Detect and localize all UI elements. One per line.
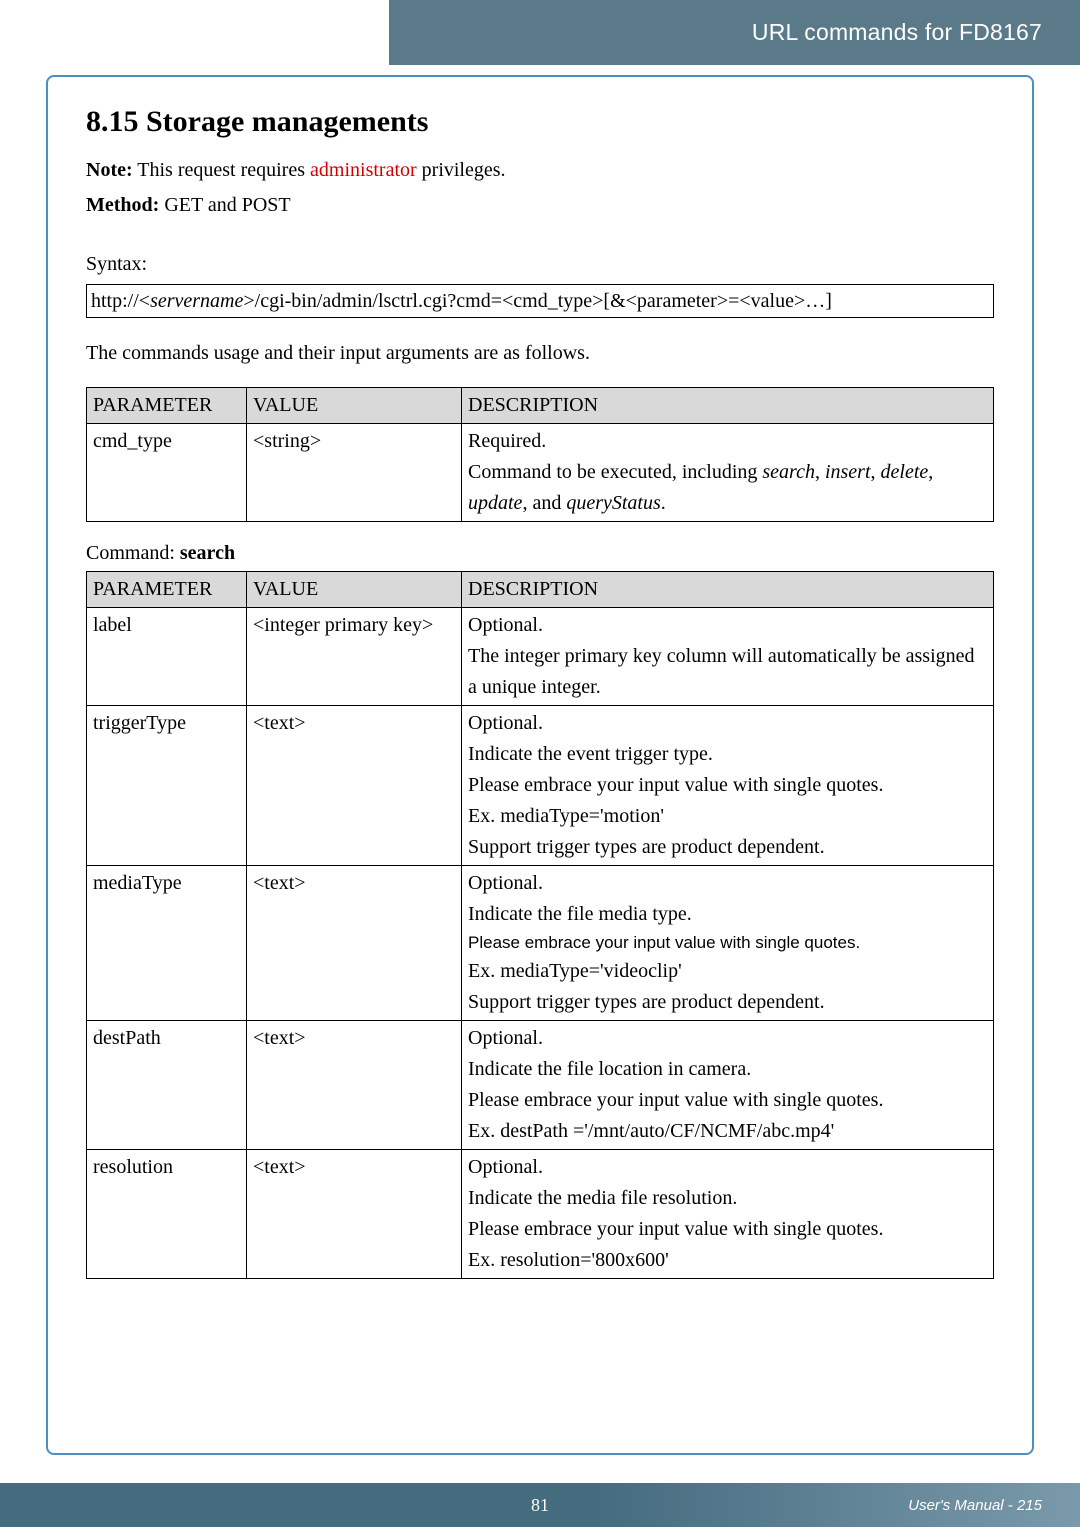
- table-row: label <integer primary key> Optional. Th…: [87, 608, 994, 706]
- desc-line: Required.: [468, 426, 987, 457]
- th-value: VALUE: [247, 572, 462, 608]
- table-row: cmd_type <string> Required. Command to b…: [87, 424, 994, 522]
- syntax-prefix: http://<: [91, 290, 150, 312]
- value-cell: <string>: [247, 424, 462, 522]
- desc-line: Ex. mediaType='motion': [468, 801, 987, 832]
- desc-cell: Optional. Indicate the file media type. …: [462, 866, 994, 1021]
- desc-line: Support trigger types are product depend…: [468, 987, 987, 1018]
- table-header-row: PARAMETER VALUE DESCRIPTION: [87, 388, 994, 424]
- note-label: Note:: [86, 159, 133, 181]
- param-cell: cmd_type: [87, 424, 247, 522]
- desc-line: Support trigger types are product depend…: [468, 832, 987, 863]
- th-description: DESCRIPTION: [462, 572, 994, 608]
- syntax-servername: servername: [150, 290, 243, 312]
- param-cell: mediaType: [87, 866, 247, 1021]
- th-parameter: PARAMETER: [87, 572, 247, 608]
- note-admin: administrator: [310, 159, 417, 181]
- cmd-type-table: PARAMETER VALUE DESCRIPTION cmd_type <st…: [86, 387, 994, 522]
- syntax-box: http://<servername>/cgi-bin/admin/lsctrl…: [86, 284, 994, 318]
- desc-line: The integer primary key column will auto…: [468, 641, 987, 703]
- manual-label: User's Manual - 215: [908, 1497, 1042, 1514]
- desc-line: Optional.: [468, 1152, 987, 1183]
- note-post: privileges.: [417, 159, 506, 181]
- desc-line: Ex. destPath ='/mnt/auto/CF/NCMF/abc.mp4…: [468, 1116, 987, 1147]
- desc-cell: Optional. The integer primary key column…: [462, 608, 994, 706]
- method-line: Method: GET and POST: [86, 190, 994, 221]
- desc-line: Please embrace your input value with sin…: [468, 1085, 987, 1116]
- param-cell: resolution: [87, 1150, 247, 1279]
- desc-line: Ex. resolution='800x600': [468, 1245, 987, 1276]
- desc-cell: Required. Command to be executed, includ…: [462, 424, 994, 522]
- table-row: resolution <text> Optional. Indicate the…: [87, 1150, 994, 1279]
- value-cell: <text>: [247, 1150, 462, 1279]
- desc-cell: Optional. Indicate the event trigger typ…: [462, 706, 994, 866]
- value-cell: <text>: [247, 706, 462, 866]
- desc-line: Indicate the file media type.: [468, 899, 987, 930]
- param-cell: triggerType: [87, 706, 247, 866]
- param-cell: label: [87, 608, 247, 706]
- desc-line: Please embrace your input value with sin…: [468, 930, 987, 956]
- section-heading: 8.15 Storage managements: [86, 105, 994, 139]
- table-row: triggerType <text> Optional. Indicate th…: [87, 706, 994, 866]
- value-cell: <text>: [247, 1021, 462, 1150]
- th-description: DESCRIPTION: [462, 388, 994, 424]
- desc-line: Optional.: [468, 610, 987, 641]
- usage-line: The commands usage and their input argum…: [86, 338, 994, 369]
- content-frame: 8.15 Storage managements Note: This requ…: [46, 75, 1034, 1455]
- command-line: Command: search: [86, 538, 994, 569]
- footer: 81 User's Manual - 215: [0, 1483, 1080, 1527]
- desc-line: Optional.: [468, 868, 987, 899]
- header-title: URL commands for FD8167: [752, 19, 1080, 46]
- param-cell: destPath: [87, 1021, 247, 1150]
- desc-line: update, and queryStatus.: [468, 488, 987, 519]
- desc-line: Optional.: [468, 708, 987, 739]
- table-row: destPath <text> Optional. Indicate the f…: [87, 1021, 994, 1150]
- method-label: Method:: [86, 194, 159, 216]
- desc-line: Indicate the event trigger type.: [468, 739, 987, 770]
- value-cell: <integer primary key>: [247, 608, 462, 706]
- note-line: Note: This request requires administrato…: [86, 155, 994, 186]
- search-params-table: PARAMETER VALUE DESCRIPTION label <integ…: [86, 571, 994, 1279]
- desc-line: Optional.: [468, 1023, 987, 1054]
- desc-line: Ex. mediaType='videoclip': [468, 956, 987, 987]
- syntax-rest: >/cgi-bin/admin/lsctrl.cgi?cmd=<cmd_type…: [243, 290, 832, 312]
- note-pre: This request requires: [133, 159, 310, 181]
- table-header-row: PARAMETER VALUE DESCRIPTION: [87, 572, 994, 608]
- th-parameter: PARAMETER: [87, 388, 247, 424]
- desc-line: Indicate the media file resolution.: [468, 1183, 987, 1214]
- method-text: GET and POST: [159, 194, 290, 216]
- header-band: URL commands for FD8167: [0, 0, 1080, 65]
- desc-line: Please embrace your input value with sin…: [468, 770, 987, 801]
- page: URL commands for FD8167 8.15 Storage man…: [0, 0, 1080, 1527]
- desc-line: Indicate the file location in camera.: [468, 1054, 987, 1085]
- desc-cell: Optional. Indicate the file location in …: [462, 1021, 994, 1150]
- syntax-label: Syntax:: [86, 249, 994, 280]
- desc-cell: Optional. Indicate the media file resolu…: [462, 1150, 994, 1279]
- desc-line: Please embrace your input value with sin…: [468, 1214, 987, 1245]
- command-name: search: [180, 542, 235, 564]
- desc-line: Command to be executed, including search…: [468, 457, 987, 488]
- th-value: VALUE: [247, 388, 462, 424]
- command-label: Command:: [86, 542, 180, 564]
- value-cell: <text>: [247, 866, 462, 1021]
- table-row: mediaType <text> Optional. Indicate the …: [87, 866, 994, 1021]
- page-number: 81: [531, 1495, 549, 1516]
